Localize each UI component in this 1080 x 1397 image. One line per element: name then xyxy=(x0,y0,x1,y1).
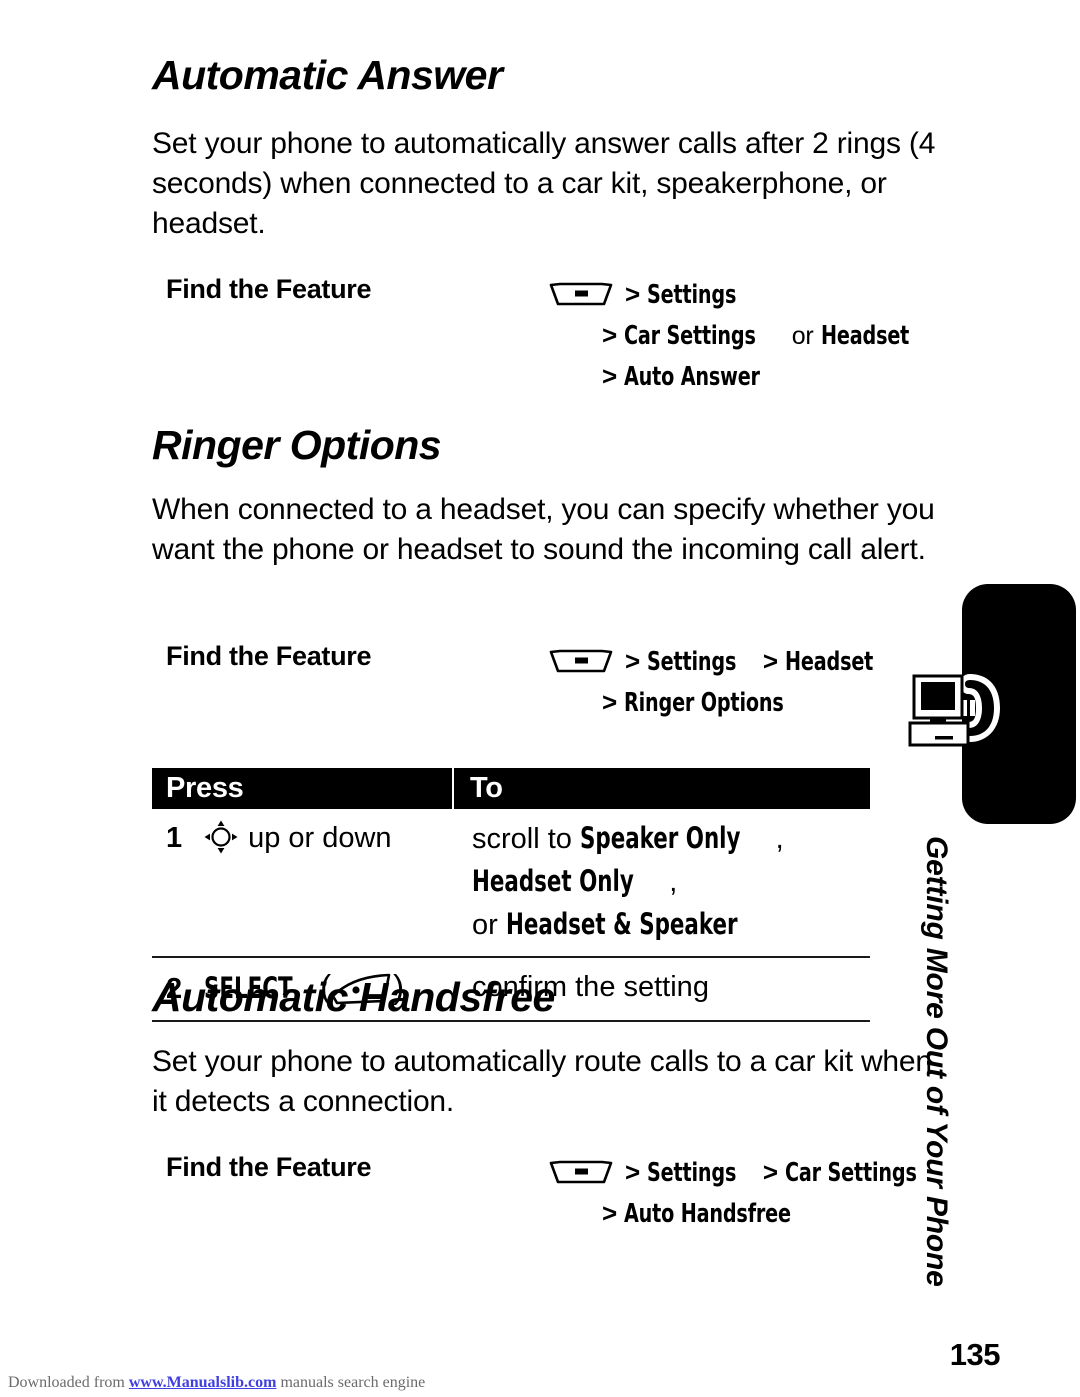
computer-phone-icon xyxy=(908,668,1008,752)
menu-item-car-settings: Car Settings xyxy=(624,321,756,351)
menu-item-car-settings: Car Settings xyxy=(784,1158,917,1188)
to-line2-lead: or xyxy=(472,909,506,941)
section-heading: Automatic Handsfree xyxy=(152,974,555,1020)
footer-suffix: manuals search engine xyxy=(276,1374,426,1391)
body-paragraph: Set your phone to automatically answer c… xyxy=(152,127,936,240)
menu-item-headset: Headset xyxy=(820,321,909,351)
section-heading: Ringer Options xyxy=(152,422,442,468)
menu-conjunction: or xyxy=(791,322,814,350)
menu-item-headset: Headset xyxy=(784,647,874,677)
table-row: 1 up or down scroll to Speaker Only, Hea… xyxy=(152,809,870,958)
menu-path-line: > Ringer Options xyxy=(548,682,968,723)
path-separator: > xyxy=(625,646,641,676)
menu-item-settings: Settings xyxy=(647,280,737,310)
menu-path-automatic-handsfree: > Settings > Car Settings > Auto Handsfr… xyxy=(548,1152,968,1234)
path-separator: > xyxy=(762,646,778,676)
table-header-row: Press To xyxy=(152,768,870,809)
footer-prefix: Downloaded from xyxy=(8,1374,129,1391)
cell-to: scroll to Speaker Only, Headset Only, or… xyxy=(454,809,870,956)
menu-key-icon xyxy=(548,645,614,673)
menu-key-icon xyxy=(548,1156,614,1184)
chapter-label: Getting More Out of Your Phone xyxy=(906,836,966,1316)
navigation-key-icon xyxy=(204,820,238,854)
menu-path-automatic-answer: > Settings > Car Settings or Headset > A… xyxy=(548,274,968,397)
find-the-feature-label: Find the Feature xyxy=(166,641,372,671)
menu-key-icon xyxy=(548,278,614,306)
column-header-press: Press xyxy=(166,772,244,804)
menu-path-line: > Settings xyxy=(548,274,968,315)
menu-item-settings: Settings xyxy=(647,647,737,677)
page-number: 135 xyxy=(949,1337,1001,1372)
menu-path-line: > Settings > Car Settings xyxy=(548,1152,968,1193)
footer-attribution: Downloaded from www.Manualslib.com manua… xyxy=(8,1374,425,1392)
option-headset-and-speaker: Headset & Speaker xyxy=(505,907,738,941)
press-text: up or down xyxy=(248,822,392,854)
path-separator: > xyxy=(625,1157,641,1187)
menu-item-ringer-options: Ringer Options xyxy=(624,688,784,718)
menu-path-line: > Settings > Headset xyxy=(548,641,968,682)
path-separator: > xyxy=(602,687,617,717)
menu-item-settings: Settings xyxy=(647,1158,737,1188)
find-the-feature-label: Find the Feature xyxy=(166,274,372,304)
comma: , xyxy=(669,866,678,898)
menu-item-auto-answer: Auto Answer xyxy=(624,362,760,392)
chapter-label-text: Getting More Out of Your Phone xyxy=(920,836,953,1287)
menu-path-line: > Auto Handsfree xyxy=(548,1193,968,1234)
menu-path-ringer-options: > Settings > Headset > Ringer Options xyxy=(548,641,968,723)
path-separator: > xyxy=(602,1198,617,1228)
body-paragraph: Set your phone to automatically route ca… xyxy=(152,1045,932,1118)
step-number: 1 xyxy=(166,822,183,854)
cell-press: 1 up or down xyxy=(152,809,454,956)
menu-path-line: > Auto Answer xyxy=(548,356,968,397)
path-separator: > xyxy=(602,361,617,391)
option-headset-only: Headset Only xyxy=(472,864,634,898)
option-speaker-only: Speaker Only xyxy=(579,821,741,855)
path-separator: > xyxy=(602,320,617,350)
page-title: Automatic Answer xyxy=(152,52,503,98)
manual-page: Automatic Answer Set your phone to autom… xyxy=(0,0,1080,1397)
body-paragraph: When connected to a headset, you can spe… xyxy=(152,493,935,566)
section-automatic-answer: Automatic Answer xyxy=(152,52,922,98)
section-automatic-answer-body: Set your phone to automatically answer c… xyxy=(152,124,935,244)
column-header-to: To xyxy=(470,772,503,804)
section-automatic-handsfree-body: Set your phone to automatically route ca… xyxy=(152,1042,932,1122)
to-prefix: scroll to xyxy=(472,823,580,855)
comma: , xyxy=(775,823,784,855)
section-ringer-options-body: When connected to a headset, you can spe… xyxy=(152,490,935,570)
path-separator: > xyxy=(762,1157,778,1187)
menu-path-line: > Car Settings or Headset xyxy=(548,315,968,356)
section-ringer-options: Ringer Options xyxy=(152,422,922,468)
path-separator: > xyxy=(625,279,641,309)
menu-item-auto-handsfree: Auto Handsfree xyxy=(624,1199,791,1229)
manualslib-link[interactable]: www.Manualslib.com xyxy=(129,1374,277,1391)
find-the-feature-label: Find the Feature xyxy=(166,1152,372,1182)
section-automatic-handsfree: Automatic Handsfree xyxy=(152,974,922,1020)
